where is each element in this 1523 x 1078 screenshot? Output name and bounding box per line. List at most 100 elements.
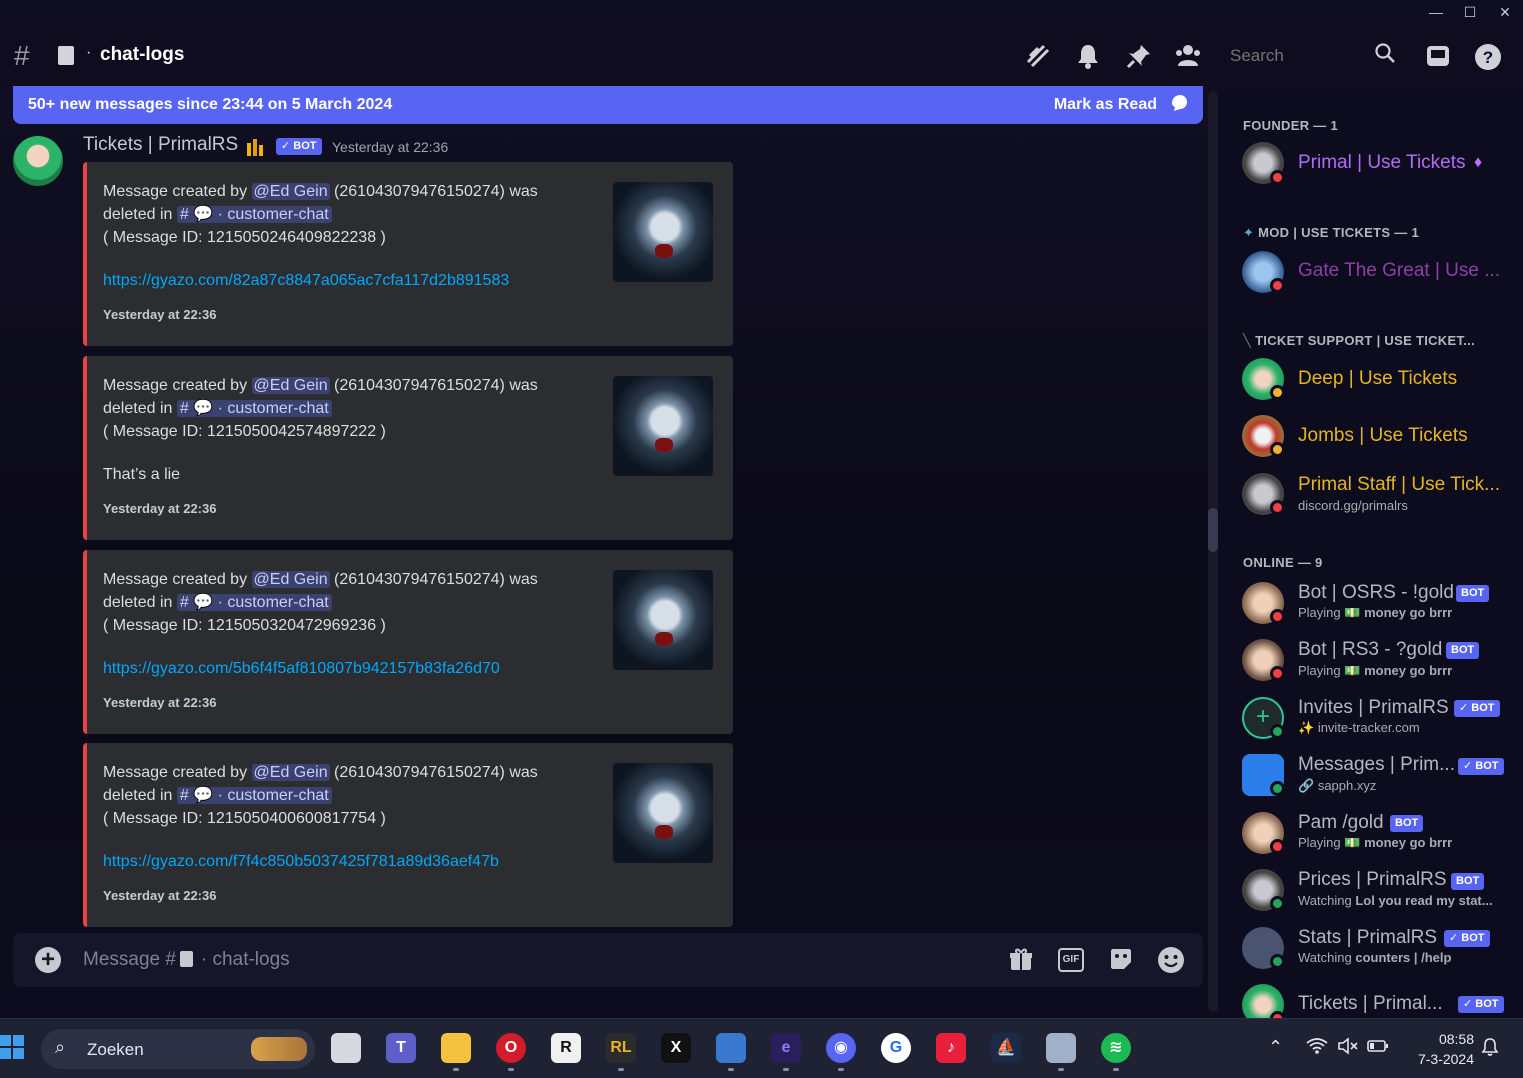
bot-tag: BOT (1390, 815, 1424, 832)
message-id: ( Message ID: 1215050246409822238 ) (103, 229, 386, 246)
member-name[interactable]: Primal Staff | Use Tick... (1298, 474, 1500, 496)
embed-thumbnail[interactable] (613, 570, 713, 670)
battery-icon[interactable] (1367, 1037, 1389, 1060)
member-name[interactable]: Primal | Use Tickets (1298, 152, 1466, 174)
embed-footer: Yesterday at 22:36 (103, 501, 217, 516)
document-icon (58, 46, 74, 65)
emoji-icon[interactable] (1157, 946, 1185, 974)
embed-description: Message created by @Ed Gein (26104307947… (103, 374, 563, 443)
taskbar-clock[interactable]: 08:58 7-3-2024 (1404, 1029, 1474, 1069)
deleted-in-label: deleted in (103, 400, 173, 417)
window-title-bar: — ☐ ✕ (0, 0, 1523, 26)
search-icon[interactable] (1374, 42, 1396, 70)
user-id: (261043079476150274) was (334, 764, 538, 781)
member-name[interactable]: Gate The Great | Use ... (1298, 260, 1500, 282)
app-icon[interactable]: ⛵ (991, 1033, 1021, 1063)
gyazo-link[interactable]: https://gyazo.com/5b6f4f5af810807b942157… (103, 660, 500, 678)
member-name[interactable]: Prices | PrimalRS (1298, 869, 1447, 891)
members-icon[interactable] (1173, 42, 1203, 72)
runelite-icon[interactable]: RL (606, 1033, 636, 1063)
task-view-icon[interactable] (331, 1033, 361, 1063)
pin-icon[interactable] (1124, 42, 1154, 72)
bot-tag: BOT (1451, 873, 1485, 890)
member-name[interactable]: Messages | Prim... (1298, 754, 1455, 776)
sparkles-icon: ✨ (1298, 720, 1315, 735)
tiktok-icon[interactable]: ♪ (936, 1033, 966, 1063)
embed-footer: Yesterday at 22:36 (103, 307, 217, 322)
gif-button[interactable]: GIF (1058, 948, 1084, 972)
member-name[interactable]: Pam /gold (1298, 812, 1384, 834)
roblox-icon[interactable]: R (551, 1033, 581, 1063)
embed-prefix: Message created by (103, 571, 248, 588)
member-activity: Playing 💵 money go brrr (1298, 835, 1453, 850)
channel-mention[interactable]: # 💬 · customer-chat (176, 400, 332, 417)
x-icon[interactable]: X (661, 1033, 691, 1063)
member-name[interactable]: Stats | PrimalRS (1298, 927, 1437, 949)
threads-icon[interactable] (1023, 42, 1053, 72)
minimize-button[interactable]: — (1419, 0, 1453, 26)
status-dnd-icon (1270, 278, 1285, 293)
opera-icon[interactable]: O (496, 1033, 526, 1063)
member-name[interactable]: Deep | Use Tickets (1298, 368, 1457, 390)
mute-icon[interactable] (1337, 1037, 1359, 1060)
channel-mention[interactable]: # 💬 · customer-chat (176, 594, 332, 611)
status-idle-icon (1270, 442, 1285, 457)
member-name[interactable]: Tickets | Primal... (1298, 993, 1443, 1015)
notification-bell-icon[interactable] (1480, 1037, 1500, 1062)
taskbar-search-label: Zoeken (87, 1040, 144, 1059)
embed-thumbnail[interactable] (613, 763, 713, 863)
message-author[interactable]: Tickets | PrimalRS (83, 134, 238, 156)
remote-desktop-icon[interactable] (716, 1033, 746, 1063)
gem-icon: ♦ (1474, 154, 1483, 171)
scroll-thumb[interactable] (1208, 508, 1218, 552)
close-button[interactable]: ✕ (1488, 0, 1522, 26)
inbox-icon[interactable] (1423, 42, 1453, 72)
clock-time: 08:58 (1438, 1031, 1474, 1047)
add-attachment-button[interactable]: + (35, 947, 61, 973)
new-messages-banner[interactable]: 50+ new messages since 23:44 on 5 March … (13, 86, 1203, 124)
deleted-in-label: deleted in (103, 206, 173, 223)
user-mention[interactable]: @Ed Gein (251, 183, 330, 200)
bot-tag: ✓ BOT (1458, 758, 1504, 775)
file-explorer-icon[interactable] (441, 1033, 471, 1063)
gyazo-link[interactable]: https://gyazo.com/82a87c8847a065ac7cfa11… (103, 272, 509, 290)
gift-icon[interactable] (1007, 946, 1035, 974)
embed-thumbnail[interactable] (613, 182, 713, 282)
teams-icon[interactable]: T (386, 1033, 416, 1063)
spotify-icon[interactable]: ≋ (1101, 1033, 1131, 1063)
user-mention[interactable]: @Ed Gein (251, 764, 330, 781)
clock-date: 7-3-2024 (1417, 1051, 1474, 1067)
discord-icon[interactable]: ◉ (826, 1033, 856, 1063)
money-icon: 💵 (1344, 835, 1361, 850)
mark-read-icon[interactable] (1169, 93, 1189, 118)
message-composer[interactable]: + Message # · chat-logs GIF (13, 933, 1203, 987)
wifi-icon[interactable] (1306, 1037, 1328, 1060)
taskbar-search[interactable]: ⌕ Zoeken (41, 1029, 315, 1069)
embed-footer: Yesterday at 22:36 (103, 888, 217, 903)
chevron-up-icon[interactable]: ⌃ (1268, 1037, 1283, 1058)
author-avatar[interactable] (13, 136, 63, 186)
maximize-button[interactable]: ☐ (1453, 0, 1487, 26)
user-mention[interactable]: @Ed Gein (251, 571, 330, 588)
help-icon[interactable]: ? (1473, 42, 1503, 72)
calculator-icon[interactable] (1046, 1033, 1076, 1063)
app-icon[interactable]: G (881, 1033, 911, 1063)
composer-placeholder[interactable]: Message # · chat-logs (83, 949, 290, 971)
gyazo-link[interactable]: https://gyazo.com/f7f4c850b5037425f781a8… (103, 853, 499, 871)
member-name[interactable]: Invites | PrimalRS (1298, 697, 1449, 719)
embed-thumbnail[interactable] (613, 376, 713, 476)
member-name[interactable]: Jombs | Use Tickets (1298, 425, 1468, 447)
sticker-icon[interactable] (1107, 946, 1135, 974)
user-mention[interactable]: @Ed Gein (251, 377, 330, 394)
member-name[interactable]: Bot | RS3 - ?gold (1298, 639, 1442, 661)
chat-scrollbar[interactable] (1208, 92, 1218, 1012)
mark-as-read-button[interactable]: Mark as Read (1054, 96, 1157, 114)
channel-mention[interactable]: # 💬 · customer-chat (176, 206, 332, 223)
member-name[interactable]: Bot | OSRS - !gold (1298, 582, 1454, 604)
message-timestamp: Yesterday at 22:36 (332, 139, 449, 155)
channel-mention[interactable]: # 💬 · customer-chat (176, 787, 332, 804)
search-icon: ⌕ (55, 1037, 66, 1057)
app-icon[interactable]: e (771, 1033, 801, 1063)
start-button[interactable] (0, 1035, 24, 1059)
bell-icon[interactable] (1073, 42, 1103, 72)
